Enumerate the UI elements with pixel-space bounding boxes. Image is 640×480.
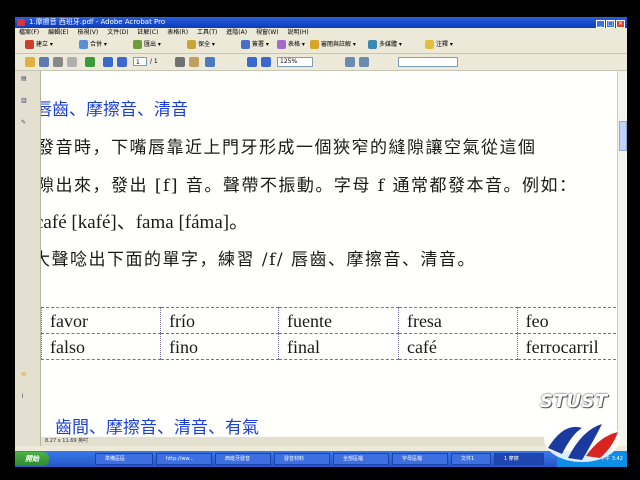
table-cell: café <box>397 333 518 360</box>
menu-tools[interactable]: 工具(T) <box>197 29 217 36</box>
lock-icon <box>187 40 196 49</box>
menu-view[interactable]: 檢視(V) <box>77 29 98 36</box>
review-button[interactable]: 審閱與註解 ▾ <box>310 40 356 50</box>
practice-instruction: 大聲唸出下面的單字，練習 /f/ 唇齒、摩擦音、清音。 <box>41 250 477 270</box>
save-icon[interactable] <box>39 57 49 67</box>
sign-button[interactable]: 簽署 ▾ <box>241 40 269 50</box>
export-button[interactable]: 匯出 ▾ <box>133 40 161 50</box>
attachments-panel-icon[interactable]: ⌇ <box>21 393 33 404</box>
table-row: falso fino final café ferrocarril <box>41 333 617 360</box>
close-button[interactable]: × <box>616 20 625 28</box>
navigation-toolbar: 1 / 1 125% <box>15 54 627 71</box>
table-cell: favor <box>41 307 162 334</box>
section-heading-f: 唇齒、摩擦音、清音 <box>41 100 188 120</box>
taskbar-button[interactable]: 文件1 <box>451 453 491 465</box>
combine-button[interactable]: 合併 ▾ <box>79 40 107 50</box>
menu-bar: 檔案(F) 編輯(E) 檢視(V) 文件(D) 註解(C) 表格(R) 工具(T… <box>15 28 627 37</box>
table-cell: fresa <box>397 307 518 334</box>
menu-edit[interactable]: 編輯(E) <box>48 29 68 36</box>
paragraph-line-1: 發音時，下嘴唇靠近上門牙形成一個狹窄的縫隙讓空氣從這個 <box>41 138 537 158</box>
zoom-in-icon[interactable] <box>261 57 271 67</box>
fit-width-icon[interactable] <box>359 57 369 67</box>
fit-page-icon[interactable] <box>345 57 355 67</box>
print-icon[interactable] <box>53 57 63 67</box>
taskbar-button-active[interactable]: 1 摩擦 <box>494 453 544 465</box>
signatures-panel-icon[interactable]: ✎ <box>21 119 33 130</box>
title-bar: 1.摩擦音 西班牙.pdf - Adobe Acrobat Pro _ □ × <box>15 17 627 28</box>
search-icon[interactable] <box>85 57 95 67</box>
hand-tool-icon[interactable] <box>189 57 199 67</box>
tasks-toolbar: 建立 ▾ 合併 ▾ 匯出 ▾ 保全 ▾ 簽署 ▾ 表格 ▾ 審閱與註解 ▾ 多媒… <box>15 37 627 54</box>
select-tool-icon[interactable] <box>175 57 185 67</box>
multimedia-button[interactable]: 多媒體 ▾ <box>368 40 402 50</box>
forms-button[interactable]: 表格 ▾ <box>277 40 305 50</box>
vertical-scrollbar[interactable] <box>617 71 627 446</box>
menu-help[interactable]: 說明(H) <box>288 29 309 36</box>
table-cell: fuente <box>278 307 399 334</box>
table-cell: feo <box>516 307 617 334</box>
taskbar-button[interactable]: 發音材料 <box>274 453 330 465</box>
page-number-input[interactable]: 1 <box>133 57 147 66</box>
menu-window[interactable]: 視窗(W) <box>256 29 279 36</box>
pages-panel-icon[interactable]: ▤ <box>21 75 33 86</box>
create-pdf-button[interactable]: 建立 ▾ <box>25 40 53 50</box>
combine-icon <box>79 40 88 49</box>
paragraph-line-3: café [kafé]、fama [fáma]。 <box>41 212 249 233</box>
comments-panel-icon[interactable]: ✉ <box>21 371 33 382</box>
taskbar-button[interactable]: 字母區檔 <box>392 453 448 465</box>
maximize-button[interactable]: □ <box>606 20 615 28</box>
menu-document[interactable]: 文件(D) <box>107 29 128 36</box>
section-heading-th: 齒間、摩擦音、清音、有氣 <box>55 418 259 438</box>
create-pdf-icon <box>25 40 34 49</box>
paragraph-line-2: 隙出來，發出 [f] 音。聲帶不振動。字母 f 通常都發本音。例如： <box>41 176 578 196</box>
page-size-label: 8.27 x 11.69 英吋 <box>45 438 89 444</box>
start-button[interactable]: 開始 <box>15 452 49 466</box>
bookmarks-panel-icon[interactable]: ▥ <box>21 97 33 108</box>
table-cell: falso <box>41 333 162 360</box>
secure-button[interactable]: 保全 ▾ <box>187 40 215 50</box>
menu-comments[interactable]: 註解(C) <box>137 29 158 36</box>
zoom-out-icon[interactable] <box>247 57 257 67</box>
comment-icon <box>425 40 434 49</box>
stust-logo-icon <box>544 416 620 462</box>
zoom-level-input[interactable]: 125% <box>277 57 313 67</box>
window-title: 1.摩擦音 西班牙.pdf - Adobe Acrobat Pro <box>29 18 166 26</box>
open-icon[interactable] <box>25 57 35 67</box>
acrobat-icon <box>17 19 25 26</box>
practice-word-table: favor frío fuente fresa feo falso fino f… <box>41 307 617 360</box>
status-bar: 8.27 x 11.69 英吋 <box>41 437 617 446</box>
menu-forms[interactable]: 表格(R) <box>167 29 188 36</box>
pen-icon <box>241 40 250 49</box>
forms-icon <box>277 40 286 49</box>
menu-advanced[interactable]: 進階(A) <box>226 29 247 36</box>
comment-button[interactable]: 注釋 ▾ <box>425 40 453 50</box>
email-icon[interactable] <box>67 57 77 67</box>
previous-page-icon[interactable] <box>103 57 113 67</box>
navigation-panel: ▤ ▥ ✎ ✉ ⌇ <box>15 71 41 446</box>
review-icon <box>310 40 319 49</box>
multimedia-icon <box>368 40 377 49</box>
taskbar-button[interactable]: 全部區檔 <box>333 453 389 465</box>
table-cell: fino <box>160 333 280 360</box>
find-input[interactable] <box>398 57 458 67</box>
minimize-button[interactable]: _ <box>596 20 605 28</box>
taskbar: 開始 準備區區 http://ww... 西班牙發音 發音材料 全部區檔 字母區… <box>15 451 627 467</box>
document-page: 唇齒、摩擦音、清音 發音時，下嘴唇靠近上門牙形成一個狹窄的縫隙讓空氣從這個 隙出… <box>41 71 617 446</box>
menu-file[interactable]: 檔案(F) <box>19 29 39 36</box>
export-icon <box>133 40 142 49</box>
taskbar-button[interactable]: http://ww... <box>156 453 212 465</box>
page-total: / 1 <box>150 58 158 65</box>
scrollbar-thumb[interactable] <box>619 121 627 151</box>
screen: 1.摩擦音 西班牙.pdf - Adobe Acrobat Pro _ □ × 檔案… <box>15 17 627 467</box>
table-cell: frío <box>160 307 280 334</box>
table-row: favor frío fuente fresa feo <box>41 307 617 334</box>
table-cell: final <box>278 333 399 360</box>
taskbar-button[interactable]: 準備區區 <box>95 453 153 465</box>
stust-watermark-text: STUST <box>540 391 608 412</box>
table-cell: ferrocarril <box>516 333 617 360</box>
taskbar-button[interactable]: 西班牙發音 <box>215 453 271 465</box>
zoom-tool-icon[interactable] <box>205 57 215 67</box>
next-page-icon[interactable] <box>117 57 127 67</box>
